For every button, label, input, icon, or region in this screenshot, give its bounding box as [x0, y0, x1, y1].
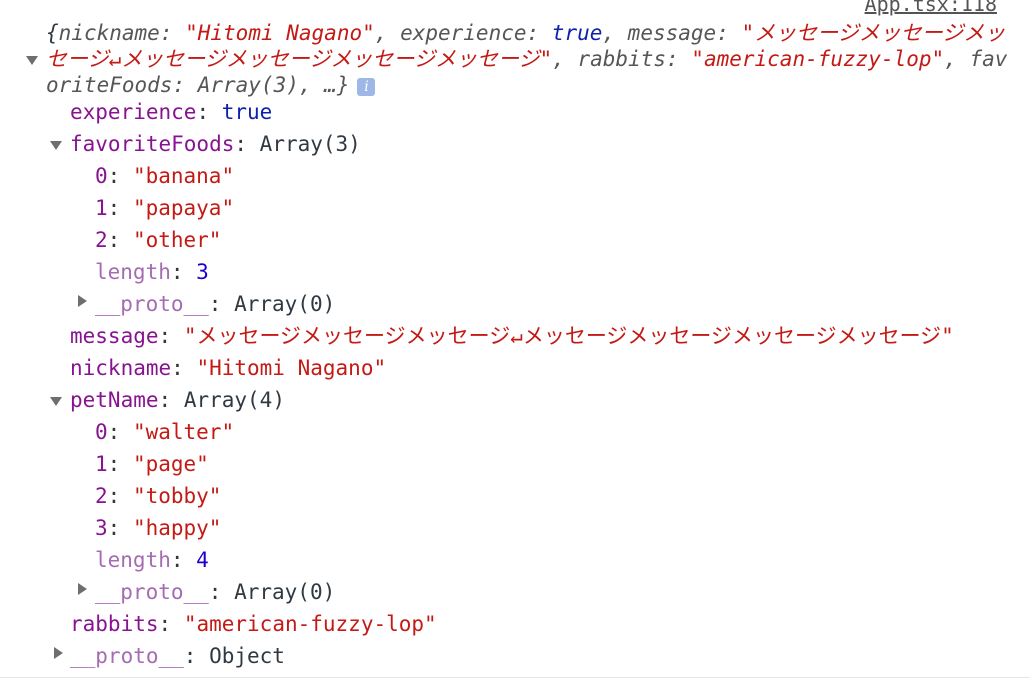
petname-item: 0: "walter"	[95, 420, 235, 444]
favoritefoods-length: length: 3	[95, 260, 209, 284]
expand-proto-triangle-icon[interactable]	[78, 295, 87, 307]
prop-rabbits: rabbits: "american-fuzzy-lop"	[70, 612, 437, 636]
prop-nickname: nickname: "Hitomi Nagano"	[70, 356, 387, 380]
petname-item: 2: "tobby"	[95, 484, 222, 508]
expand-petname-triangle-icon[interactable]	[50, 397, 62, 406]
prop-petname[interactable]: petName: Array(4)	[70, 385, 285, 415]
petname-item: 1: "page"	[95, 452, 209, 476]
summary-nickname-value: "Hitomi Nagano"	[185, 21, 375, 45]
prop-experience: experience: true	[70, 100, 273, 124]
prop-message: message: "メッセージメッセージメッセージ↵メッセージメッセージメッセー…	[70, 324, 954, 348]
summary-message-key: message	[627, 21, 717, 45]
summary-nickname-key: nickname	[58, 21, 160, 45]
summary-brace: {	[46, 21, 59, 45]
summary-rabbits-key: rabbits	[577, 47, 666, 71]
prop-favoritefoods[interactable]: favoriteFoods: Array(3)	[70, 129, 361, 159]
expand-object-proto-triangle-icon[interactable]	[54, 647, 63, 659]
summary-rabbits-value: "american-fuzzy-lop"	[691, 47, 945, 71]
petname-proto[interactable]: __proto__: Array(0)	[95, 577, 335, 607]
favoritefoods-proto[interactable]: __proto__: Array(0)	[95, 289, 335, 319]
expand-favoritefoods-triangle-icon[interactable]	[50, 141, 62, 150]
summary-experience-key: experience	[400, 21, 527, 45]
source-link[interactable]: App.tsx:118	[865, 0, 997, 16]
collapse-object-triangle-icon[interactable]	[26, 56, 38, 65]
favoritefoods-item: 1: "papaya"	[95, 196, 235, 220]
favoritefoods-item: 2: "other"	[95, 228, 222, 252]
object-summary[interactable]: {nickname: "Hitomi Nagano", experience: …	[46, 20, 1011, 98]
divider	[0, 677, 1030, 678]
summary-experience-value: true	[551, 21, 603, 45]
petname-length: length: 4	[95, 548, 209, 572]
petname-item: 3: "happy"	[95, 516, 222, 540]
favoritefoods-item: 0: "banana"	[95, 164, 235, 188]
summary-tail: , …}	[298, 73, 350, 97]
console-object-log: App.tsx:118 {nickname: "Hitomi Nagano", …	[0, 0, 1030, 690]
info-icon[interactable]: i	[357, 78, 376, 96]
object-proto[interactable]: __proto__: Object	[70, 641, 285, 671]
expand-proto-triangle-icon[interactable]	[78, 583, 87, 595]
summary-favoritefoods-value: Array(3)	[197, 73, 299, 97]
